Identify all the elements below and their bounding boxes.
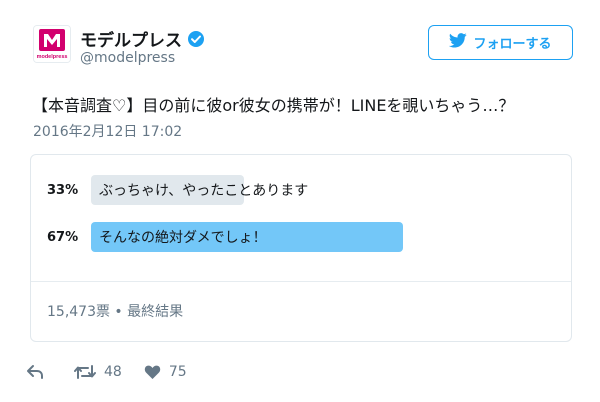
follow-button[interactable]: フォローする	[428, 25, 573, 60]
verified-badge-icon	[187, 30, 205, 48]
poll-divider	[31, 281, 571, 282]
poll-option-percent: 67%	[47, 229, 79, 245]
poll-results-meta: 15,473票 • 最終結果	[47, 304, 184, 320]
avatar[interactable]: modelpress	[33, 25, 71, 63]
tweet-timestamp[interactable]: 2016年2月12日 17:02	[33, 121, 182, 141]
poll-option-percent: 33%	[47, 182, 79, 198]
modelpress-logo: modelpress	[34, 26, 70, 62]
bird-icon	[449, 33, 468, 52]
follow-label: フォローする	[473, 37, 552, 52]
svg-text:modelpress: modelpress	[37, 54, 68, 60]
retweet-count: 48	[104, 364, 122, 380]
like-button[interactable]: 75	[144, 364, 187, 380]
poll-option-label: ぶっちゃけ、やったことあります	[99, 183, 309, 199]
poll-card: 33% ぶっちゃけ、やったことあります 67% そんなの絶対ダメでしょ！ 15,…	[30, 154, 572, 342]
heart-icon	[144, 364, 169, 380]
poll-option: 67% そんなの絶対ダメでしょ！	[31, 222, 571, 252]
poll-option-label: そんなの絶対ダメでしょ！	[99, 230, 267, 246]
display-name[interactable]: モデルプレス	[80, 26, 205, 51]
display-name-text[interactable]: モデルプレス	[80, 26, 182, 51]
retweet-button[interactable]: 48	[74, 364, 122, 380]
retweet-icon	[74, 364, 104, 380]
like-count: 75	[168, 364, 187, 380]
reply-icon	[26, 364, 52, 380]
tweet-text: 【本音調査♡】目の前に彼or彼女の携帯が！LINEを覗いちゃう…？	[32, 96, 515, 115]
reply-button[interactable]	[26, 364, 52, 380]
tweet-actions: 48 75	[26, 364, 209, 380]
user-handle[interactable]: @modelpress	[80, 50, 175, 66]
poll-option: 33% ぶっちゃけ、やったことあります	[31, 175, 571, 205]
